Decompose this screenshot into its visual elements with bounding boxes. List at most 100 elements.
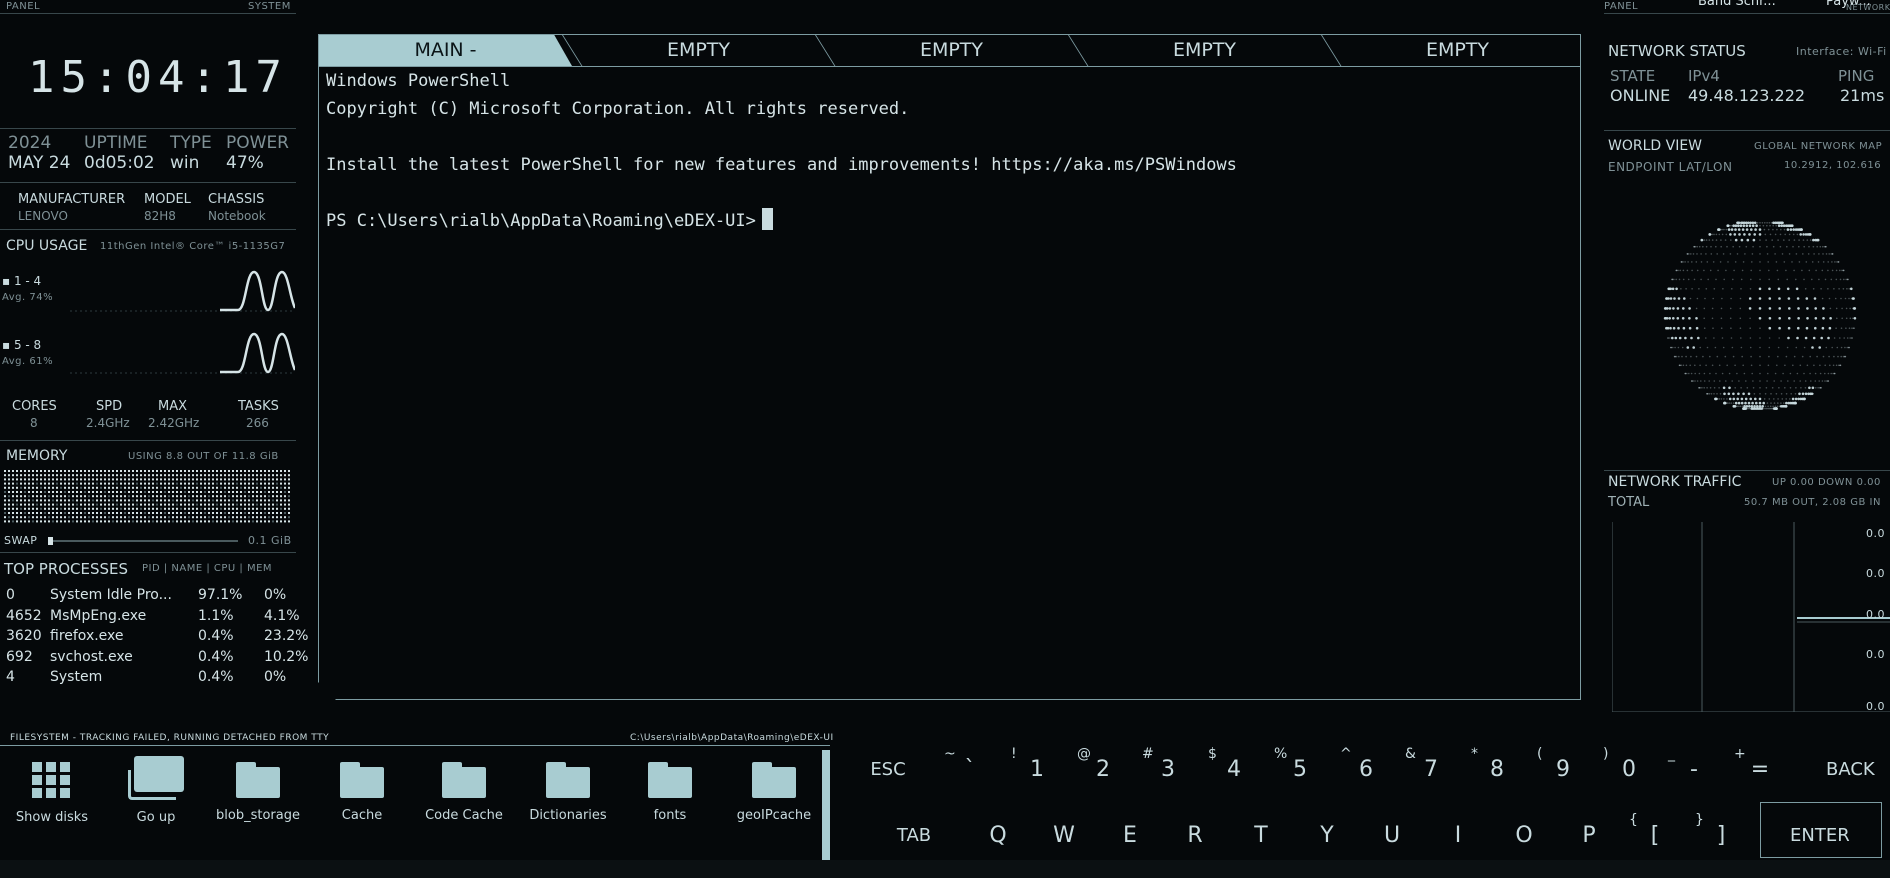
key-label: BACK <box>1826 759 1875 780</box>
key-label: ENTER <box>1790 825 1850 846</box>
stat-value: MAY 24 <box>8 153 71 173</box>
cpu-stat-head: MAX <box>158 399 188 414</box>
key-alt-label: @ <box>1077 746 1091 762</box>
fs-item-geoipcache[interactable]: geoIPcache <box>724 762 824 823</box>
key-tab[interactable]: TAB <box>892 816 936 856</box>
network-status-title: NETWORK STATUS <box>1608 42 1746 60</box>
key-0[interactable]: 0) <box>1603 746 1649 790</box>
fs-item-label: blob_storage <box>216 808 300 823</box>
fs-item-blob-storage[interactable]: blob_storage <box>208 762 308 823</box>
cpu-stat-value: 2.42GHz <box>148 416 200 430</box>
key-label: Y <box>1320 823 1334 848</box>
key-label: 9 <box>1556 757 1570 782</box>
key-enter[interactable]: ENTER <box>1790 816 1850 856</box>
terminal-window[interactable]: MAIN - EMPTY EMPTY EMPTY EMPTY Windows Power… <box>318 34 1581 700</box>
grid-icon <box>32 762 72 800</box>
key-t[interactable]: T <box>1239 816 1283 856</box>
key-label: W <box>1053 823 1075 848</box>
stat-value: 0d05:02 <box>84 153 155 173</box>
key-alt-label: _ <box>1668 746 1675 762</box>
hw-value: LENOVO <box>18 209 68 223</box>
process-row: 4 System 0.4% 0% <box>0 669 295 689</box>
process-name: firefox.exe <box>50 628 124 644</box>
key-back[interactable]: BACK <box>1826 750 1875 790</box>
fs-item-show-disks[interactable]: Show disks <box>2 762 102 825</box>
key-label: ` <box>964 757 976 782</box>
traffic-total: 50.7 MB OUT, 2.08 GB IN <box>1744 497 1881 508</box>
cpu-group-1-avg: Avg. 74% <box>2 292 54 303</box>
fs-item-code-cache[interactable]: Code Cache <box>414 762 514 823</box>
cpu-stat-value: 8 <box>30 416 38 430</box>
key-7[interactable]: 7 & <box>1405 746 1451 790</box>
traffic-tick: 0.0 <box>1866 527 1885 540</box>
swap-value: 0.1 GiB <box>248 534 292 547</box>
tab-empty[interactable]: EMPTY <box>825 35 1078 66</box>
key-6[interactable]: 6 ^ <box>1340 746 1386 790</box>
key-alt-label: ( <box>1537 746 1543 762</box>
key-`[interactable]: ` ~ <box>944 746 990 790</box>
fs-item-cache[interactable]: Cache <box>312 762 412 823</box>
key-2[interactable]: 2 @ <box>1077 746 1123 790</box>
process-mem: 23.2% <box>264 628 309 644</box>
key-q[interactable]: Q <box>976 816 1020 856</box>
key-9[interactable]: 9( <box>1537 746 1583 790</box>
key-label: E <box>1123 823 1137 848</box>
key-4[interactable]: 4 $ <box>1208 746 1254 790</box>
folder-icon <box>442 762 486 798</box>
process-row: 0 System Idle Pro... 97.1% 0% <box>0 587 295 607</box>
key-1[interactable]: 1! <box>1011 746 1057 790</box>
key-alt-label: ~ <box>944 746 956 762</box>
left-panel-label: PANEL <box>6 1 41 12</box>
tab-empty[interactable]: EMPTY <box>1078 35 1331 66</box>
process-cpu: 0.4% <box>198 628 234 644</box>
cpu-stat-value: 266 <box>246 416 269 430</box>
tab-empty[interactable]: EMPTY <box>572 35 825 66</box>
fs-item-label: Go up <box>136 810 176 825</box>
key-=[interactable]: = + <box>1734 746 1780 790</box>
key-esc[interactable]: ESC <box>868 750 908 790</box>
key-label: 4 <box>1227 757 1241 782</box>
fs-item-dictionaries[interactable]: Dictionaries <box>518 762 618 823</box>
process-pid: 0 <box>6 587 15 603</box>
key-[[interactable]: [{ <box>1629 812 1677 856</box>
key-i[interactable]: I <box>1436 816 1480 856</box>
hw-value: 82H8 <box>144 209 176 223</box>
key-label: 1 <box>1030 757 1044 782</box>
key-o[interactable]: O <box>1502 816 1546 856</box>
fs-item-go-up[interactable]: Go up <box>106 756 206 825</box>
tab-empty[interactable]: EMPTY <box>1331 35 1584 66</box>
fs-item-label: Cache <box>341 808 383 823</box>
terminal-output[interactable]: Windows PowerShell Copyright (C) Microsof… <box>326 67 1570 689</box>
key-label: 8 <box>1490 757 1504 782</box>
fs-item-label: geoIPcache <box>736 808 812 823</box>
tab-main[interactable]: MAIN - <box>319 35 572 66</box>
key-][interactable]: ]} <box>1695 812 1743 856</box>
traffic-tick: 0.0 <box>1866 608 1885 621</box>
key-3[interactable]: 3 # <box>1142 746 1188 790</box>
key--[interactable]: - _ <box>1668 746 1714 790</box>
process-row: 3620 firefox.exe 0.4% 23.2% <box>0 628 308 648</box>
terminal-cursor <box>762 208 773 230</box>
hw-head: MANUFACTURER <box>18 192 126 207</box>
key-w[interactable]: W <box>1042 816 1086 856</box>
fs-item-fonts[interactable]: fonts <box>620 762 720 823</box>
globe-icon <box>1663 221 1857 410</box>
key-p[interactable]: P <box>1567 816 1611 856</box>
key-8[interactable]: 8 * <box>1471 746 1517 790</box>
net-ping: 21ms <box>1840 86 1885 105</box>
key-r[interactable]: R <box>1173 816 1217 856</box>
key-u[interactable]: U <box>1370 816 1414 856</box>
key-alt-label: $ <box>1208 746 1217 762</box>
key-5[interactable]: 5% <box>1274 746 1320 790</box>
key-y[interactable]: Y <box>1305 816 1349 856</box>
key-e[interactable]: E <box>1108 816 1152 856</box>
key-label: U <box>1383 823 1401 848</box>
endpoint-value: 10.2912, 102.616 <box>1784 160 1882 171</box>
cpu-graph-1 <box>70 270 295 312</box>
terminal-prompt-line[interactable]: PS C:\Users\rialb\AppData\Roaming\eDEX-U… <box>326 207 1570 235</box>
traffic-graph <box>1612 522 1890 712</box>
stat-head: POWER <box>226 133 289 153</box>
process-cpu: 97.1% <box>198 587 243 603</box>
folder-icon <box>648 762 692 798</box>
